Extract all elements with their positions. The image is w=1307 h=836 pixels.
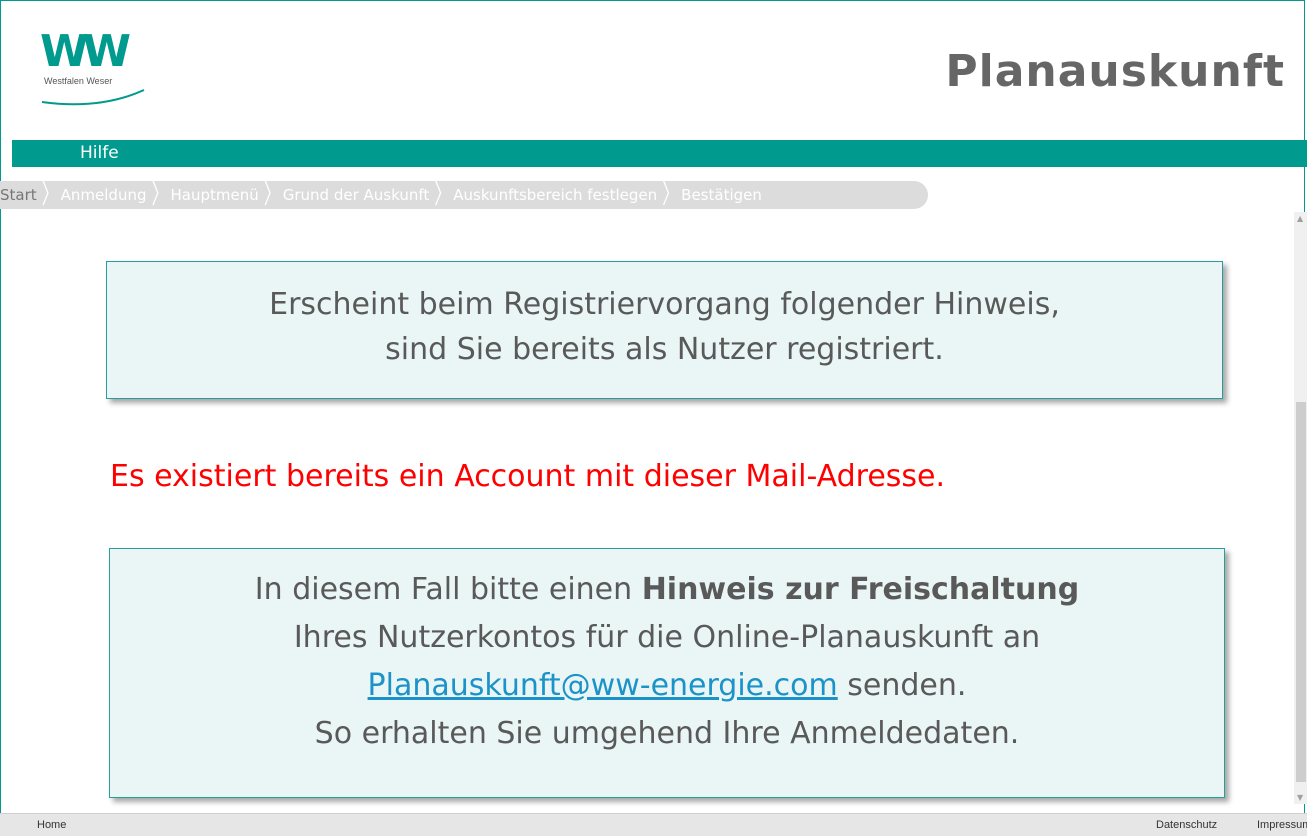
info-text-suffix: senden. bbox=[837, 668, 967, 703]
chevron-right-icon: 〉 bbox=[263, 179, 281, 211]
scroll-down-icon[interactable]: ▼ bbox=[1297, 793, 1303, 802]
info-text-line: Ihres Nutzerkontos für die Online-Planau… bbox=[293, 620, 1041, 655]
breadcrumb-item-start[interactable]: Start bbox=[0, 186, 40, 204]
info-box-registered: Erscheint beim Registriervorgang folgend… bbox=[106, 261, 1223, 399]
info-text-line: Erscheint beim Registriervorgang folgend… bbox=[269, 287, 1060, 322]
error-message: Es existiert bereits ein Account mit die… bbox=[110, 459, 946, 494]
footer-link-home[interactable]: Home bbox=[37, 819, 66, 831]
chevron-right-icon: 〉 bbox=[41, 179, 59, 211]
breadcrumb-item-login: Anmeldung bbox=[60, 186, 147, 204]
scroll-thumb[interactable] bbox=[1296, 402, 1306, 782]
footer-link-privacy[interactable]: Datenschutz bbox=[1156, 819, 1217, 831]
chevron-right-icon: 〉 bbox=[662, 179, 680, 211]
page-title: Planauskunft bbox=[945, 46, 1285, 97]
info-text-line: sind Sie bereits als Nutzer registriert. bbox=[385, 332, 944, 367]
breadcrumb-item-area: Auskunftsbereich festlegen bbox=[453, 186, 658, 204]
footer-link-imprint[interactable]: Impressum bbox=[1257, 819, 1307, 831]
info-text-prefix: In diesem Fall bitte einen bbox=[254, 572, 642, 607]
vertical-scrollbar[interactable]: ▲ ▼ bbox=[1294, 212, 1307, 804]
breadcrumb-item-reason: Grund der Auskunft bbox=[282, 186, 430, 204]
scroll-up-icon[interactable]: ▲ bbox=[1297, 214, 1303, 223]
email-link[interactable]: Planauskunft@ww-energie.com bbox=[368, 668, 838, 703]
info-text-line: So erhalten Sie umgehend Ihre Anmeldedat… bbox=[314, 716, 1020, 751]
company-logo[interactable]: WW Westfalen Weser bbox=[40, 26, 150, 106]
logo-subtext: Westfalen Weser bbox=[44, 76, 113, 86]
chevron-right-icon: 〉 bbox=[434, 179, 452, 211]
chevron-right-icon: 〉 bbox=[151, 179, 169, 211]
footer: Home Datenschutz Impressum bbox=[0, 813, 1307, 836]
breadcrumb-item-main-menu: Hauptmenü bbox=[170, 186, 259, 204]
info-text-line: In diesem Fall bitte einen Hinweis zur F… bbox=[110, 566, 1224, 614]
breadcrumb-item-confirm: Bestätigen bbox=[681, 186, 762, 204]
info-box-instructions: In diesem Fall bitte einen Hinweis zur F… bbox=[109, 548, 1225, 798]
menu-bar: Hilfe bbox=[12, 140, 1307, 167]
info-text-line: Planauskunft@ww-energie.com senden. bbox=[110, 662, 1224, 710]
logo-mark: WW bbox=[40, 26, 131, 77]
breadcrumb: Start 〉 Anmeldung 〉 Hauptmenü 〉 Grund de… bbox=[0, 181, 928, 209]
info-text-bold: Hinweis zur Freischaltung bbox=[641, 572, 1080, 607]
menu-item-help[interactable]: Hilfe bbox=[80, 143, 119, 163]
logo-swoosh-icon bbox=[41, 89, 145, 106]
